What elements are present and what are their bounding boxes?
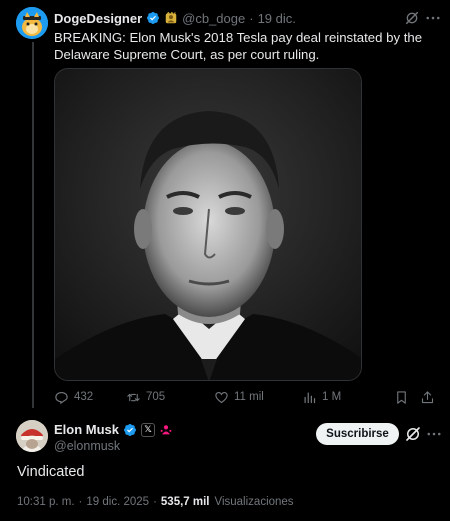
reply-icon bbox=[55, 391, 68, 404]
main-tweet-header: Elon Musk 𝕏 bbox=[54, 422, 173, 437]
verified-badge-icon bbox=[124, 423, 136, 436]
thread-line bbox=[32, 42, 34, 408]
share-button[interactable] bbox=[420, 390, 435, 405]
parent-tweet[interactable]: DogeDesigner @cb_doge · 19 dic. BREAKING… bbox=[0, 0, 450, 410]
parent-tweet-actions: 432 705 11 mil 1 M bbox=[54, 388, 444, 406]
tweet-date[interactable]: 19 dic. 2025 bbox=[86, 496, 149, 508]
views-count: 1 M bbox=[322, 391, 342, 403]
reply-count: 432 bbox=[74, 391, 94, 403]
dogedesigner-avatar[interactable] bbox=[16, 7, 48, 39]
tweet-metadata: 10:31 p. m. · 19 dic. 2025 · 535,7 mil V… bbox=[17, 496, 294, 508]
bookmark-button[interactable] bbox=[394, 390, 420, 405]
like-count: 11 mil bbox=[234, 391, 264, 403]
more-icon[interactable] bbox=[425, 425, 443, 443]
affiliate-icon[interactable] bbox=[159, 423, 173, 437]
views-label: Visualizaciones bbox=[214, 496, 294, 508]
views-button[interactable]: 1 M bbox=[302, 390, 394, 405]
repost-count: 705 bbox=[146, 391, 166, 403]
separator-dot: · bbox=[153, 496, 157, 508]
separator-dot: · bbox=[249, 10, 254, 26]
subscriber-icon bbox=[165, 11, 177, 24]
separator-dot: · bbox=[78, 496, 83, 508]
views-total: 535,7 mil bbox=[160, 496, 210, 508]
main-handle[interactable]: @elonmusk bbox=[54, 439, 120, 453]
grok-icon[interactable] bbox=[404, 425, 422, 443]
parent-date[interactable]: 19 dic. bbox=[258, 11, 296, 26]
parent-tweet-header: DogeDesigner @cb_doge · 19 dic. bbox=[54, 9, 296, 27]
parent-display-name[interactable]: DogeDesigner bbox=[54, 11, 142, 26]
like-icon bbox=[215, 391, 228, 403]
more-icon[interactable] bbox=[424, 9, 442, 27]
subscribe-button[interactable]: Suscribirse bbox=[316, 423, 399, 445]
grok-icon[interactable] bbox=[404, 10, 420, 26]
elonmusk-avatar[interactable] bbox=[16, 420, 48, 452]
portrait-image bbox=[55, 69, 361, 380]
bookmark-icon bbox=[397, 390, 406, 404]
views-icon bbox=[304, 392, 316, 403]
repost-icon bbox=[127, 393, 140, 401]
share-icon bbox=[421, 390, 434, 403]
tweet-photo[interactable] bbox=[54, 68, 362, 381]
parent-tweet-text: BREAKING: Elon Musk's 2018 Tesla pay dea… bbox=[54, 30, 423, 62]
repost-button[interactable]: 705 bbox=[126, 390, 214, 405]
x-badge-icon[interactable]: 𝕏 bbox=[141, 422, 156, 437]
like-button[interactable]: 11 mil bbox=[214, 390, 302, 405]
reply-button[interactable]: 432 bbox=[54, 390, 126, 405]
tweet-time[interactable]: 10:31 p. m. bbox=[17, 496, 75, 508]
main-display-name[interactable]: Elon Musk bbox=[54, 422, 119, 437]
verified-badge-icon bbox=[147, 12, 160, 24]
parent-handle[interactable]: @cb_doge bbox=[182, 11, 245, 26]
main-tweet-text: Vindicated bbox=[17, 464, 85, 480]
